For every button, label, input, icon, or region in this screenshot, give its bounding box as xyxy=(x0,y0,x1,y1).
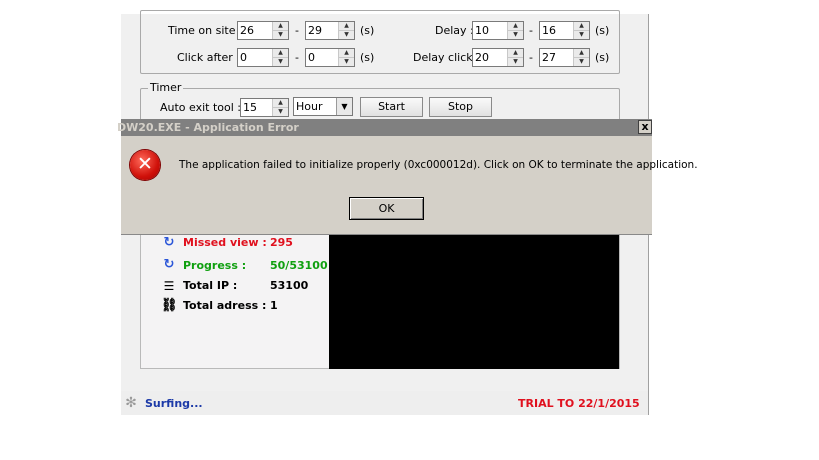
spin-arrows[interactable]: ▲ ▼ xyxy=(507,49,523,66)
error-icon: ✕ xyxy=(130,150,160,180)
spin-arrows[interactable]: ▲ ▼ xyxy=(338,49,354,66)
close-button[interactable]: x xyxy=(638,120,652,134)
spin-arrows[interactable]: ▲ ▼ xyxy=(573,49,589,66)
total-address-value: 1 xyxy=(270,299,278,312)
progress-value: 50/53100 xyxy=(270,259,328,272)
auto-exit-input[interactable]: 15 ▲ ▼ xyxy=(240,98,289,117)
start-button[interactable]: Start xyxy=(360,97,423,117)
spin-arrows[interactable]: ▲ ▼ xyxy=(272,49,288,66)
auto-exit-label: Auto exit tool : xyxy=(160,101,242,114)
time-on-site-max-input[interactable]: 29 ▲ ▼ xyxy=(305,21,355,40)
missed-view-value: 295 xyxy=(270,236,293,249)
delay-click-label: Delay click : xyxy=(413,51,480,64)
click-after-min-input[interactable]: 0 ▲ ▼ xyxy=(237,48,289,67)
dialog-titlebar[interactable]: DW20.EXE - Application Error x xyxy=(117,119,652,136)
delay-click-max-input[interactable]: 27 ▲ ▼ xyxy=(539,48,590,67)
link-icon: ⛓ xyxy=(161,298,178,313)
spin-arrows[interactable]: ▲ ▼ xyxy=(573,22,589,39)
error-message: The application failed to initialize pro… xyxy=(179,159,698,171)
time-on-site-label: Time on site : xyxy=(168,24,243,37)
delay-label: Delay : xyxy=(435,24,474,37)
spin-arrows[interactable]: ▲ ▼ xyxy=(272,22,288,39)
loading-spinner-icon: ✻ xyxy=(125,395,137,411)
spin-arrows[interactable]: ▲ ▼ xyxy=(338,22,354,39)
auto-exit-unit-select[interactable]: Hour ▼ xyxy=(293,97,353,116)
ok-button[interactable]: OK xyxy=(349,197,424,220)
range-dash: - xyxy=(529,51,533,64)
progress-label: Progress : xyxy=(183,259,247,272)
surfing-status: Surfing... xyxy=(145,397,203,410)
total-ip-value: 53100 xyxy=(270,279,309,292)
click-after-max-input[interactable]: 0 ▲ ▼ xyxy=(305,48,355,67)
dialog-title: DW20.EXE - Application Error xyxy=(117,121,299,134)
spin-arrows[interactable]: ▲ ▼ xyxy=(507,22,523,39)
refresh-icon: ↻ xyxy=(163,257,175,272)
time-on-site-min-input[interactable]: 26 ▲ ▼ xyxy=(237,21,289,40)
unit-label: (s) xyxy=(360,51,375,64)
range-dash: - xyxy=(529,24,533,37)
unit-label: (s) xyxy=(595,24,610,37)
total-ip-label: Total IP : xyxy=(183,279,238,292)
browser-preview xyxy=(329,234,619,369)
stop-button[interactable]: Stop xyxy=(429,97,492,117)
checklist-icon: ☰ xyxy=(163,279,175,293)
delay-click-min-input[interactable]: 20 ▲ ▼ xyxy=(472,48,524,67)
spin-arrows[interactable]: ▲ ▼ xyxy=(272,99,288,116)
range-dash: - xyxy=(295,51,299,64)
error-dialog: DW20.EXE - Application Error x ✕ The app… xyxy=(117,119,698,235)
missed-view-label: Missed view : xyxy=(183,236,267,249)
delay-min-input[interactable]: 10 ▲ ▼ xyxy=(472,21,524,40)
unit-label: (s) xyxy=(595,51,610,64)
trial-notice: TRIAL TO 22/1/2015 xyxy=(518,397,640,410)
timer-group-title: Timer xyxy=(148,81,184,94)
total-address-label: Total adress : xyxy=(183,299,267,312)
range-dash: - xyxy=(295,24,299,37)
status-bar: ✻ Surfing... TRIAL TO 22/1/2015 xyxy=(121,391,648,415)
chevron-down-icon[interactable]: ▼ xyxy=(336,98,352,115)
unit-label: (s) xyxy=(360,24,375,37)
refresh-icon: ↻ xyxy=(163,235,175,250)
delay-max-input[interactable]: 16 ▲ ▼ xyxy=(539,21,590,40)
click-after-label: Click after : xyxy=(177,51,240,64)
